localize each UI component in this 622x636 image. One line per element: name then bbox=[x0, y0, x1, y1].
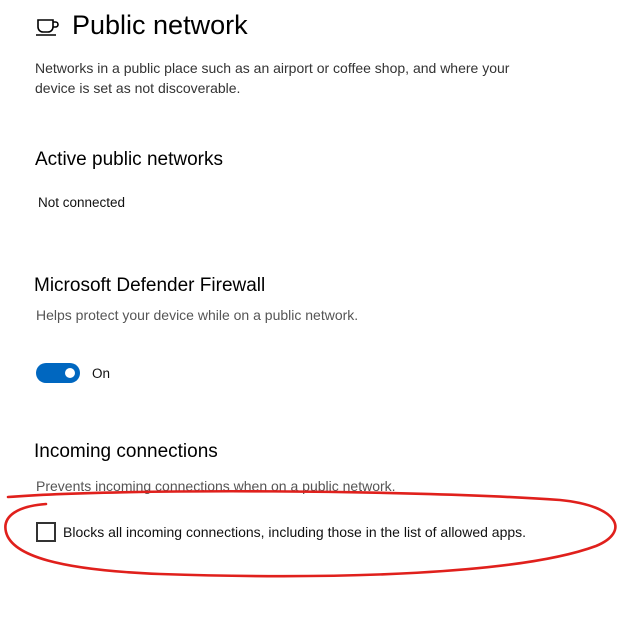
firewall-heading: Microsoft Defender Firewall bbox=[34, 275, 266, 296]
active-networks-heading: Active public networks bbox=[35, 149, 223, 170]
coffee-cup-icon bbox=[36, 18, 59, 36]
firewall-toggle[interactable] bbox=[36, 363, 80, 383]
page-description: Networks in a public place such as an ai… bbox=[35, 60, 510, 96]
page-title: Public network bbox=[72, 10, 248, 40]
firewall-toggle-label: On bbox=[92, 366, 111, 381]
firewall-description: Helps protect your device while on a pub… bbox=[36, 307, 359, 323]
block-incoming-checkbox-label[interactable]: Blocks all incoming connections, includi… bbox=[63, 522, 543, 542]
incoming-connections-heading: Incoming connections bbox=[34, 441, 218, 462]
page-header: Public network bbox=[34, 10, 248, 41]
toggle-knob bbox=[65, 368, 75, 378]
incoming-connections-description: Prevents incoming connections when on a … bbox=[36, 478, 396, 494]
network-status: Not connected bbox=[38, 195, 126, 210]
block-incoming-checkbox[interactable] bbox=[36, 522, 56, 542]
